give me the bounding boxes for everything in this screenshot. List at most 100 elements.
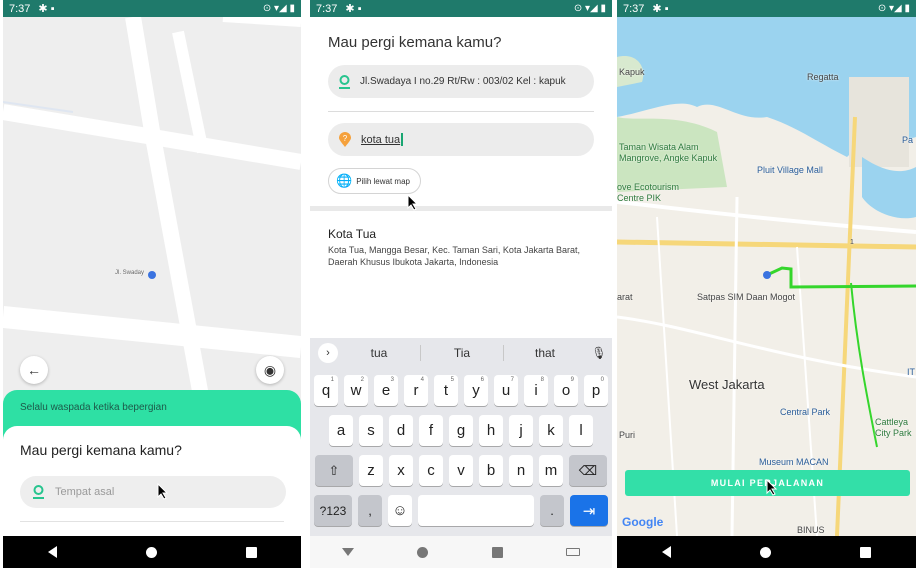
- nav-hide-keyboard-icon[interactable]: [341, 548, 354, 556]
- letter-key[interactable]: g: [449, 415, 473, 446]
- android-nav-bar: [310, 536, 612, 568]
- letter-key[interactable]: m: [539, 455, 563, 486]
- key-label: w: [350, 382, 362, 399]
- symbols-key[interactable]: ?123: [314, 495, 352, 526]
- keyboard-switch-icon[interactable]: [566, 548, 581, 556]
- letter-key[interactable]: c: [419, 455, 443, 486]
- road-sign: 1: [850, 239, 854, 246]
- backspace-key[interactable]: ⌫: [569, 455, 607, 486]
- emoji-icon: ☺: [392, 502, 408, 519]
- key-hint-number: 3: [390, 377, 394, 383]
- nav-recents-icon[interactable]: [860, 546, 872, 558]
- letter-key[interactable]: h: [479, 415, 503, 446]
- chevron-right-icon[interactable]: ›: [318, 343, 338, 363]
- space-key[interactable]: [418, 495, 534, 526]
- map-label-ecotourism: ove Ecotourism Centre PIK: [617, 182, 680, 203]
- key-label: e: [381, 382, 391, 399]
- key-label: i: [534, 382, 538, 399]
- text-cursor: [401, 133, 404, 146]
- letter-key[interactable]: u7: [494, 375, 518, 406]
- letter-key[interactable]: t5: [434, 375, 458, 406]
- microphone-icon[interactable]: 🎙: [586, 346, 612, 360]
- result-title[interactable]: Kota Tua: [328, 227, 376, 241]
- sheet-title: Mau pergi kemana kamu?: [20, 442, 182, 458]
- backspace-icon: ⌫: [578, 462, 598, 478]
- origin-input[interactable]: Tempat asal: [20, 476, 286, 508]
- status-time: 7:37: [316, 2, 338, 15]
- letter-key[interactable]: y6: [464, 375, 488, 406]
- key-label: h: [486, 422, 496, 439]
- pick-on-map-label: Pilih lewat map: [356, 176, 410, 186]
- nav-back-icon[interactable]: [661, 546, 671, 558]
- letter-key[interactable]: k: [539, 415, 563, 446]
- map-label-kapuk: Kapuk: [619, 67, 645, 77]
- letter-key[interactable]: a: [329, 415, 353, 446]
- letter-key[interactable]: j: [509, 415, 533, 446]
- letter-key[interactable]: p0: [584, 375, 608, 406]
- letter-key[interactable]: w2: [344, 375, 368, 406]
- nav-recents-icon[interactable]: [245, 546, 257, 558]
- origin-field[interactable]: Jl.Swadaya I no.29 Rt/Rw : 003/02 Kel : …: [328, 65, 594, 98]
- map-label-west-jakarta: West Jakarta: [689, 377, 765, 392]
- map-view[interactable]: Jl. Swaday ← ◉: [3, 12, 301, 417]
- map-label-arat: arat: [617, 292, 633, 302]
- result-address[interactable]: Kota Tua, Mangga Besar, Kec. Taman Sari,…: [328, 244, 583, 268]
- mouse-pointer-icon: [407, 194, 419, 211]
- origin-value: Jl.Swadaya I no.29 Rt/Rw : 003/02 Kel : …: [360, 76, 566, 87]
- suggestion-3[interactable]: that: [504, 346, 586, 360]
- pick-on-map-button[interactable]: 🌐 Pilih lewat map: [328, 168, 421, 194]
- map-label-puri: Puri: [619, 430, 636, 440]
- nav-home-icon[interactable]: [145, 546, 157, 558]
- status-time: 7:37: [623, 2, 645, 15]
- letter-key[interactable]: q1: [314, 375, 338, 406]
- section-separator: [310, 206, 612, 211]
- letter-key[interactable]: s: [359, 415, 383, 446]
- key-label: s: [367, 422, 375, 439]
- letter-key[interactable]: e3: [374, 375, 398, 406]
- key-row-2: asdfghjkl: [310, 415, 612, 446]
- map-label-cattleya: Cattleya City Park: [875, 417, 912, 438]
- letter-key[interactable]: z: [359, 455, 383, 486]
- mouse-pointer-icon: [157, 483, 169, 500]
- status-time: 7:37: [9, 2, 31, 15]
- nav-recents-icon[interactable]: [491, 546, 503, 558]
- letter-key[interactable]: x: [389, 455, 413, 486]
- emoji-key[interactable]: ☺: [388, 495, 412, 526]
- letter-key[interactable]: v: [449, 455, 473, 486]
- key-hint-number: 1: [330, 377, 334, 383]
- my-location-button[interactable]: ◉: [256, 356, 284, 384]
- screen-origin-input: 7:37 ✱ ▪ ⊙ ▾◢ ▮ Jl. Swaday ← ◉ Selalu wa…: [3, 0, 301, 568]
- route-map[interactable]: Regatta Kapuk Taman Wisata Alam Mangrove…: [617, 17, 916, 536]
- map-label-it: IT: [907, 367, 915, 377]
- map-label-pluit: Pluit Village Mall: [757, 165, 823, 175]
- destination-field[interactable]: ? kota tua: [328, 123, 594, 156]
- key-label: z: [367, 462, 375, 479]
- letter-key[interactable]: b: [479, 455, 503, 486]
- mouse-pointer-icon: [766, 479, 778, 496]
- period-key[interactable]: .: [540, 495, 564, 526]
- location-pin-icon: [339, 74, 350, 89]
- nav-back-icon[interactable]: [47, 546, 57, 558]
- letter-key[interactable]: f: [419, 415, 443, 446]
- comma-key[interactable]: ,: [358, 495, 382, 526]
- letter-key[interactable]: d: [389, 415, 413, 446]
- letter-key[interactable]: r4: [404, 375, 428, 406]
- nav-home-icon[interactable]: [759, 546, 771, 558]
- letter-key[interactable]: n: [509, 455, 533, 486]
- key-hint-number: 8: [540, 377, 544, 383]
- map-roads: [3, 12, 301, 409]
- key-hint-number: 5: [450, 377, 454, 383]
- enter-key[interactable]: ⇥: [570, 495, 608, 526]
- suggestion-1[interactable]: tua: [338, 346, 420, 360]
- divider: [328, 111, 594, 112]
- key-label: b: [486, 462, 496, 479]
- letter-key[interactable]: l: [569, 415, 593, 446]
- suggestion-2[interactable]: Tia: [421, 346, 503, 360]
- nav-home-icon[interactable]: [417, 546, 429, 558]
- key-label: x: [397, 462, 405, 479]
- location-pin-icon: [33, 485, 44, 499]
- letter-key[interactable]: i8: [524, 375, 548, 406]
- shift-key[interactable]: ⇧: [315, 455, 353, 486]
- back-button[interactable]: ←: [20, 356, 48, 384]
- letter-key[interactable]: o9: [554, 375, 578, 406]
